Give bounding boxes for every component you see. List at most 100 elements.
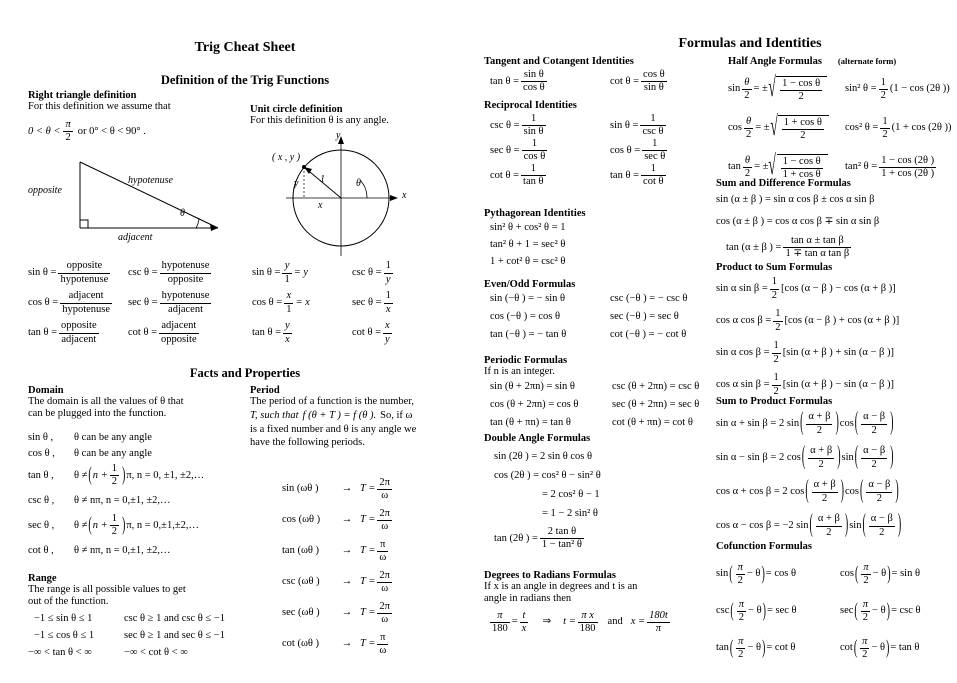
- f-den: adjacent: [61, 333, 97, 345]
- f-lhs: cos θ =: [610, 144, 641, 156]
- radical: √ 1 + cos θ2: [770, 113, 829, 142]
- pythagorean-row: 1 + cot² θ = csc² θ: [490, 256, 566, 267]
- f-num: π: [861, 562, 871, 575]
- sum-difference-tan-row: tan (α ± β ) = tan α ± tan β1 ∓ tan α ta…: [716, 235, 956, 260]
- f-den: x: [285, 333, 290, 345]
- f-den: csc θ: [642, 126, 664, 138]
- f4-num: 180t: [647, 610, 670, 623]
- period-eq: T =: [360, 638, 376, 650]
- domain-row: cos θ , θ can be any angle: [28, 446, 233, 462]
- range-right: sec θ ≥ 1 and sec θ ≤ −1: [124, 630, 225, 642]
- period-num: π: [377, 539, 389, 552]
- period-line1: The period of a function is the number,: [250, 396, 415, 407]
- cofunction-row: sec ( π2 − θ ) = csc θ: [840, 593, 921, 630]
- f-num: hypotenuse: [159, 260, 212, 274]
- cofunction-row: tan ( π2 − θ ) = cot θ: [716, 630, 797, 667]
- f-num: 1: [769, 276, 780, 290]
- f-den: 2: [863, 575, 869, 586]
- domain-cond: θ can be any angle: [74, 447, 152, 459]
- paren-open: (: [853, 637, 858, 659]
- paren-close: ): [762, 600, 766, 622]
- f-lhs: sin α sin β =: [716, 282, 768, 294]
- identity-row: sec θ = 1 cos θ: [484, 138, 610, 163]
- f-num: adjacent: [60, 290, 113, 304]
- domain-heading: Domain: [28, 385, 64, 396]
- f1-den: 2: [816, 424, 823, 436]
- period-heading: Period: [250, 385, 280, 396]
- eq1: =: [511, 616, 518, 628]
- f-num: 1: [521, 113, 546, 127]
- f-num: 1: [641, 163, 666, 177]
- identity-row: sin θ = 1 csc θ: [610, 113, 668, 138]
- f2-den: 2: [871, 458, 877, 470]
- period-num: 2π: [377, 477, 392, 490]
- f-rhs: = csc θ: [890, 605, 921, 617]
- f-num: π: [860, 636, 870, 649]
- half-angle-alt-row: sin² θ = 12 (1 − cos (2θ )): [845, 70, 952, 109]
- f2-den: x: [521, 622, 527, 634]
- f2-num: α − β: [861, 445, 888, 459]
- half-angle-alt-note: (alternate form): [837, 56, 897, 66]
- cofunction-col2: cos ( π2 − θ ) = sin θ sec ( π2 − θ ) = …: [840, 556, 921, 667]
- f-num: π: [736, 636, 746, 649]
- f-lhs: cot θ =: [128, 326, 158, 338]
- paren-open: (: [88, 464, 92, 487]
- half-angle-block: Half Angle Formulas (alternate form): [728, 56, 956, 67]
- f-lhs: cot θ =: [610, 75, 640, 87]
- paren-close: ): [897, 511, 902, 540]
- f-den: opposite: [161, 333, 197, 345]
- domain-fn: sec θ ,: [28, 519, 55, 531]
- cofunction-row: cos ( π2 − θ ) = sin θ: [840, 556, 921, 593]
- f-num: 1: [880, 116, 890, 129]
- f-num: cos θ: [641, 69, 667, 83]
- label-point-xy: ( x , y ): [272, 152, 301, 163]
- right-triangle-definition: Right triangle definition For this defin…: [28, 90, 238, 145]
- f-num: 1: [773, 308, 783, 322]
- sum-to-product-row: cos α − cos β = −2 sin ( α + β2 ) sin ( …: [716, 509, 957, 543]
- period-eq: T =: [360, 545, 376, 557]
- label-x-axis: x: [402, 190, 407, 201]
- double-angle-heading: Double Angle Formulas: [484, 433, 591, 444]
- arrow-icon: →: [341, 514, 353, 526]
- range-left: −1 ≤ cos θ ≤ 1: [34, 630, 95, 642]
- cheat-sheet-page: Trig Cheat Sheet Formulas and Identities…: [0, 0, 957, 683]
- product-to-sum-heading: Product to Sum Formulas: [716, 262, 833, 273]
- sum-difference-heading: Sum and Difference Formulas: [716, 178, 851, 189]
- arrow-icon: →: [341, 638, 353, 650]
- f-sub: − θ: [871, 642, 886, 654]
- sum-to-product-row: cos α + cos β = 2 cos ( α + β2 ) cos ( α…: [716, 475, 957, 509]
- f-lhs: cot θ =: [352, 326, 382, 338]
- range-row: −1 ≤ sin θ ≤ 1 csc θ ≥ 1 and csc θ ≤ −1: [28, 611, 243, 628]
- paren-close: ): [762, 637, 766, 659]
- periodic-left: cos (θ + 2πn) = cos θ: [490, 399, 579, 411]
- right-triangle-diagram: opposite hypotenuse adjacent θ: [28, 160, 243, 255]
- paren-close: ): [844, 511, 849, 540]
- f-num: π: [860, 599, 871, 612]
- f-den: 1: [286, 303, 292, 315]
- f2-num: α − β: [861, 411, 888, 425]
- range-block: Range The range is all possible values t…: [28, 573, 243, 662]
- even-odd-right: sec (−θ ) = sec θ: [610, 310, 679, 322]
- domain-line1: The domain is all the values of θ that: [28, 396, 184, 407]
- double-angle-row: cos (2θ ) = cos² θ − sin² θ: [494, 470, 601, 481]
- f-lhs: tan (α ± β ) =: [726, 241, 782, 253]
- f-num: 1: [383, 290, 393, 304]
- f-den: adjacent: [168, 303, 204, 315]
- range-right: −∞ < cot θ < ∞: [124, 647, 188, 659]
- half-num: 1: [109, 513, 119, 527]
- label-y-leg: y: [294, 178, 299, 189]
- paren-open: (: [854, 443, 859, 472]
- f-lhs: csc θ =: [490, 119, 520, 131]
- f-lhs: sin: [716, 568, 729, 580]
- sum-to-product-row: sin α − sin β = 2 cos ( α + β2 ) sin ( α…: [716, 441, 957, 475]
- degrees-radians-equation: π 180 = tx ⇒ t = π x 180 and x = 180t π: [484, 610, 734, 635]
- double-angle-row: = 2 cos² θ − 1: [542, 489, 600, 500]
- f-den: sec θ: [644, 151, 666, 163]
- domain-cond: θ ≠ nπ, n = 0,±1, ±2,…: [74, 494, 171, 506]
- sum-to-product-block: Sum to Product Formulas sin α + sin β = …: [716, 396, 957, 543]
- f-den: cot θ: [643, 176, 664, 188]
- f-num: hypotenuse: [159, 290, 212, 304]
- f-num: opposite: [59, 320, 99, 334]
- product-to-sum-block: Product to Sum Formulas sin α sin β = 12…: [716, 262, 956, 401]
- domain-neq: θ ≠: [74, 519, 88, 531]
